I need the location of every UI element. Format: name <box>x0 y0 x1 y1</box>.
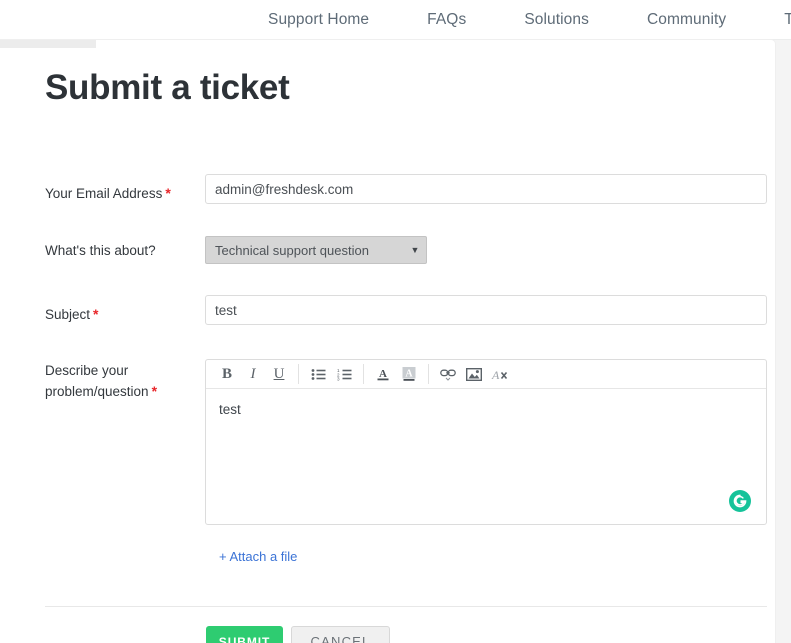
ticket-form-card: Submit a ticket Your Email Address* What… <box>0 40 775 643</box>
email-label-text: Your Email Address <box>45 186 163 201</box>
email-input[interactable] <box>205 174 767 204</box>
email-required-marker: * <box>165 185 171 201</box>
describe-label-line1: Describe your <box>45 363 129 378</box>
subject-input[interactable] <box>205 295 767 325</box>
about-select[interactable]: Technical support question ▼ <box>205 236 427 264</box>
editor-body-text: test <box>219 402 241 417</box>
toolbar-divider <box>363 364 364 384</box>
clear-formatting-icon: A <box>491 368 508 382</box>
bullet-list-icon <box>311 368 325 380</box>
font-color-letter: A <box>379 368 387 380</box>
bold-button[interactable]: B <box>214 362 240 386</box>
numbered-list-icon: 1 2 3 <box>337 368 351 381</box>
form-divider <box>45 606 767 607</box>
page-title: Submit a ticket <box>45 68 290 107</box>
link-icon <box>439 369 456 381</box>
clear-format-letter: A <box>491 368 500 382</box>
subject-label-text: Subject <box>45 307 91 322</box>
font-color-icon: A <box>377 368 389 381</box>
editor-toolbar: B I U 1 2 3 A A A <box>206 360 766 389</box>
highlight-color-icon: A <box>402 367 416 381</box>
underline-icon: U <box>273 365 285 382</box>
about-label-text: What's this about? <box>45 243 156 258</box>
about-field-label: What's this about? <box>45 241 205 261</box>
toolbar-divider <box>298 364 299 384</box>
email-field-label: Your Email Address * <box>45 183 205 204</box>
subject-field-label: Subject * <box>45 304 205 325</box>
highlight-color-button[interactable]: A <box>396 362 422 386</box>
svg-text:3: 3 <box>337 376 340 381</box>
grammarly-icon[interactable] <box>729 490 751 512</box>
chevron-down-icon: ▼ <box>410 244 420 255</box>
attach-file-link[interactable]: + Attach a file <box>219 549 297 564</box>
image-icon <box>466 367 482 381</box>
bullet-list-button[interactable] <box>305 362 331 386</box>
italic-button[interactable]: I <box>240 362 266 386</box>
describe-field-label: Describe your problem/question * <box>45 361 205 402</box>
submit-button[interactable]: SUBMIT <box>206 626 283 643</box>
describe-required-marker: * <box>151 383 158 399</box>
rich-text-editor: B I U 1 2 3 A A A test <box>205 359 767 525</box>
about-select-value: Technical support question <box>215 242 369 258</box>
nav-item-faqs[interactable]: FAQs <box>427 0 466 40</box>
nav-links: Support Home FAQs Solutions Community Tr… <box>268 0 791 40</box>
bold-icon: B <box>221 365 232 382</box>
toolbar-divider <box>428 364 429 384</box>
underline-button[interactable]: U <box>266 362 292 386</box>
describe-label-line2: problem/question <box>45 384 149 399</box>
numbered-list-button[interactable]: 1 2 3 <box>331 362 357 386</box>
top-navigation-bar: Support Home FAQs Solutions Community Tr… <box>0 0 791 40</box>
nav-item-support-home[interactable]: Support Home <box>268 0 369 40</box>
nav-item-community[interactable]: Community <box>647 0 726 40</box>
italic-icon: I <box>250 365 256 382</box>
subject-required-marker: * <box>93 306 99 322</box>
page-root: Support Home FAQs Solutions Community Tr… <box>0 0 791 643</box>
editor-content-area[interactable]: test <box>206 389 766 524</box>
nav-item-solutions[interactable]: Solutions <box>524 0 589 40</box>
svg-text:A: A <box>405 369 413 380</box>
image-button[interactable] <box>461 362 487 386</box>
cancel-button[interactable]: CANCEL <box>291 626 390 643</box>
link-button[interactable] <box>435 362 461 386</box>
font-color-button[interactable]: A <box>370 362 396 386</box>
clear-formatting-button[interactable]: A <box>487 362 513 386</box>
nav-item-training[interactable]: Training <box>784 0 791 40</box>
grammarly-g-glyph <box>733 494 747 508</box>
card-notch-decoration <box>0 40 96 48</box>
